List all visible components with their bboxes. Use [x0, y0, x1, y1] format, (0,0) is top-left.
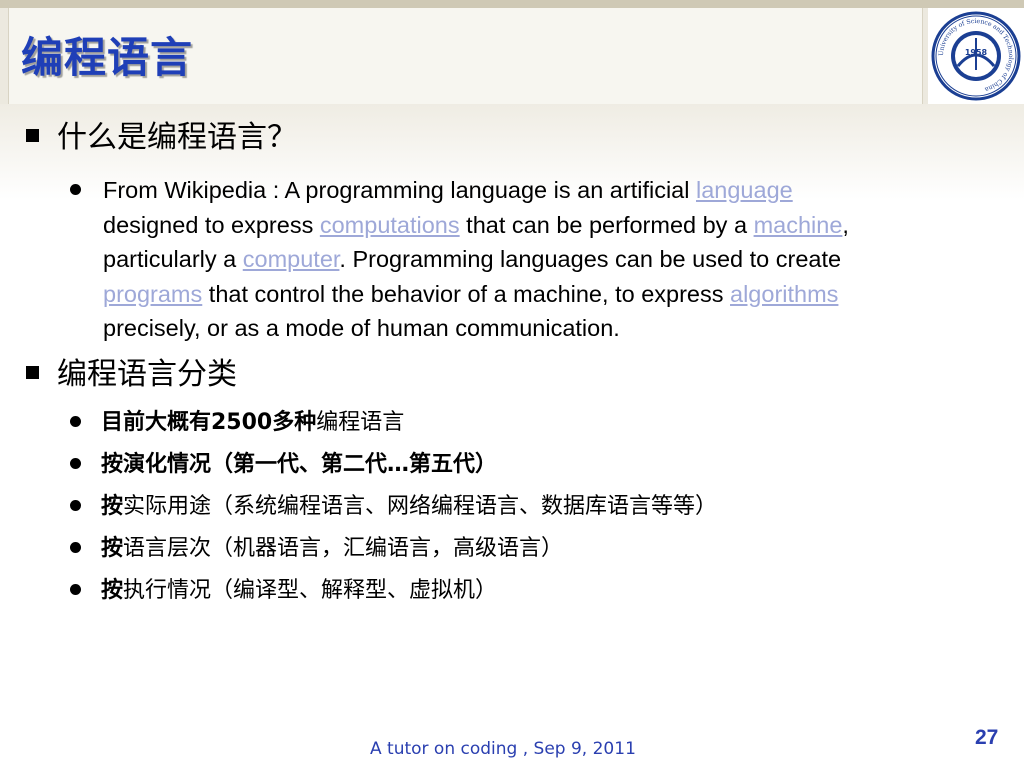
paragraph-line: From Wikipedia : A programming language …: [103, 173, 1013, 208]
square-bullet-icon: [26, 129, 39, 142]
paragraph-text: particularly a: [103, 246, 243, 272]
page-number: 27: [975, 726, 999, 749]
wiki-link-programs[interactable]: programs: [103, 281, 202, 307]
paragraph-text: From Wikipedia : A programming language …: [103, 177, 696, 203]
wiki-link-language[interactable]: language: [696, 177, 793, 203]
paragraph-line: designed to express computations that ca…: [103, 208, 1013, 243]
round-bullet-icon: [70, 457, 81, 469]
list-item: 按演化情况（第一代、第二代…第五代）: [70, 448, 497, 482]
paragraph-line: programs that control the behavior of a …: [103, 277, 1013, 312]
list-item: 按语言层次（机器语言，汇编语言，高级语言）: [70, 532, 563, 566]
wiki-link-computer[interactable]: computer: [243, 246, 340, 272]
list-item: 按执行情况（编译型、解释型、虚拟机）: [70, 574, 497, 608]
section-heading-1: 什么是编程语言？: [26, 120, 297, 156]
wiki-link-computations[interactable]: computations: [320, 212, 460, 238]
slide-content: 什么是编程语言？ From Wikipedia : A programming …: [0, 0, 1024, 768]
section-heading-2: 编程语言分类: [26, 357, 237, 393]
paragraph-text: . Programming languages can be used to c…: [339, 246, 842, 272]
paragraph-text: ,: [842, 211, 849, 238]
slide-footer: A tutor on coding , Sep 9, 2011: [370, 739, 636, 759]
round-bullet-icon: [70, 541, 81, 553]
round-bullet-icon: [70, 499, 81, 511]
wiki-link-machine[interactable]: machine: [754, 212, 843, 238]
wikipedia-paragraph: From Wikipedia : A programming language …: [103, 173, 1013, 346]
paragraph-text: designed to express: [103, 211, 320, 238]
paragraph-text: that control the behavior of a machine, …: [202, 280, 731, 307]
paragraph-text: that can be performed by a: [459, 211, 754, 238]
round-bullet-icon: [70, 184, 81, 195]
round-bullet-icon: [70, 415, 81, 427]
paragraph-line: precisely, or as a mode of human communi…: [103, 311, 1013, 346]
paragraph-text: precisely, or as a mode of human communi…: [103, 315, 620, 341]
list-item: 按实际用途（系统编程语言、网络编程语言、数据库语言等等）: [70, 490, 717, 524]
square-bullet-icon: [26, 366, 39, 379]
paragraph-line: particularly a computer. Programming lan…: [103, 242, 1013, 277]
wiki-link-algorithms[interactable]: algorithms: [730, 281, 838, 307]
list-item: 目前大概有2500多种编程语言: [70, 406, 404, 440]
round-bullet-icon: [70, 583, 81, 595]
